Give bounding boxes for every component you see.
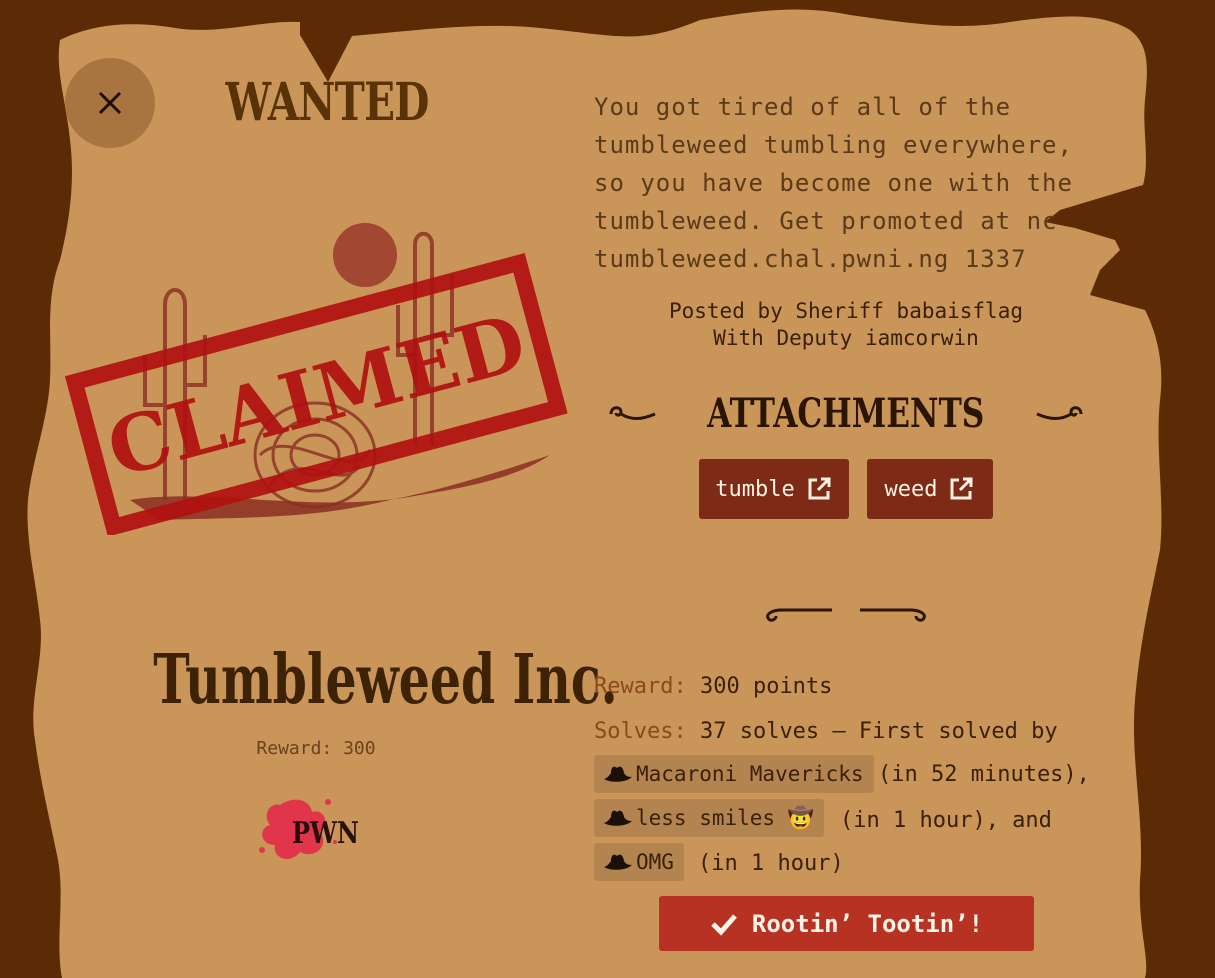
- attachment-label: tumble: [715, 476, 795, 502]
- solve-time: (in 1 hour), and: [840, 808, 1052, 833]
- sun-shape: [333, 223, 397, 287]
- author-credits: Posted by Sheriff babaisflag With Deputy…: [600, 298, 1092, 352]
- left-swirl-icon: [609, 405, 656, 420]
- category-logo-text: PWN: [292, 816, 359, 851]
- reward-stat: Reward: 300 points: [594, 674, 832, 699]
- cowboy-hat-icon: [604, 766, 632, 782]
- submit-flag-button[interactable]: Rootin’ Tootin’!: [659, 896, 1034, 951]
- external-link-icon: [950, 477, 973, 500]
- team-badge-less-smiles[interactable]: less smiles 🤠: [594, 799, 824, 837]
- solve-time: (in 1 hour): [698, 851, 844, 876]
- submit-label: Rootin’ Tootin’!: [751, 909, 984, 938]
- posted-by: Posted by Sheriff babaisflag: [668, 299, 1023, 323]
- close-button[interactable]: [65, 58, 155, 148]
- cowboy-hat-icon: [604, 810, 632, 826]
- team-name: Macaroni Mavericks: [636, 762, 864, 786]
- solves-stat: Solves: 37 solves — First solved by: [594, 719, 1058, 744]
- external-link-icon: [808, 477, 831, 500]
- ornamental-divider: [766, 608, 926, 622]
- bounty-reward: Reward: 300: [256, 738, 376, 759]
- solve-time: (in 52 minutes),: [878, 762, 1090, 787]
- claimed-stamp: CLAIMED: [64, 253, 568, 535]
- claimed-poster-art: CLAIMED: [64, 223, 568, 535]
- attachment-tumble-button[interactable]: tumble: [699, 459, 849, 519]
- reward-value: 300 points: [699, 674, 833, 699]
- attachment-label: weed: [884, 476, 938, 502]
- solves-key: Solves:: [594, 719, 687, 744]
- deputy: With Deputy iamcorwin: [713, 326, 979, 350]
- bounty-name: Tumbleweed Inc.: [153, 640, 618, 720]
- right-swirl-icon: [1036, 405, 1083, 420]
- cowboy-hat-icon: [604, 854, 632, 870]
- team-name: less smiles 🤠: [636, 805, 814, 830]
- team-badge-macaroni-mavericks[interactable]: Macaroni Mavericks: [594, 755, 874, 793]
- wanted-title: WANTED: [225, 72, 430, 133]
- attachments-label: ATTACHMENTS: [707, 390, 985, 437]
- team-name: OMG: [636, 850, 674, 874]
- close-icon: [98, 91, 122, 115]
- attachments-heading: ATTACHMENTS: [596, 390, 1096, 437]
- checkmark-icon: [711, 913, 737, 936]
- attachment-weed-button[interactable]: weed: [867, 459, 993, 519]
- challenge-description: You got tired of all of the tumbleweed t…: [594, 93, 1073, 273]
- team-badge-omg[interactable]: OMG: [594, 843, 684, 881]
- solves-value: 37 solves — First solved by: [699, 719, 1058, 744]
- reward-key: Reward:: [594, 674, 687, 699]
